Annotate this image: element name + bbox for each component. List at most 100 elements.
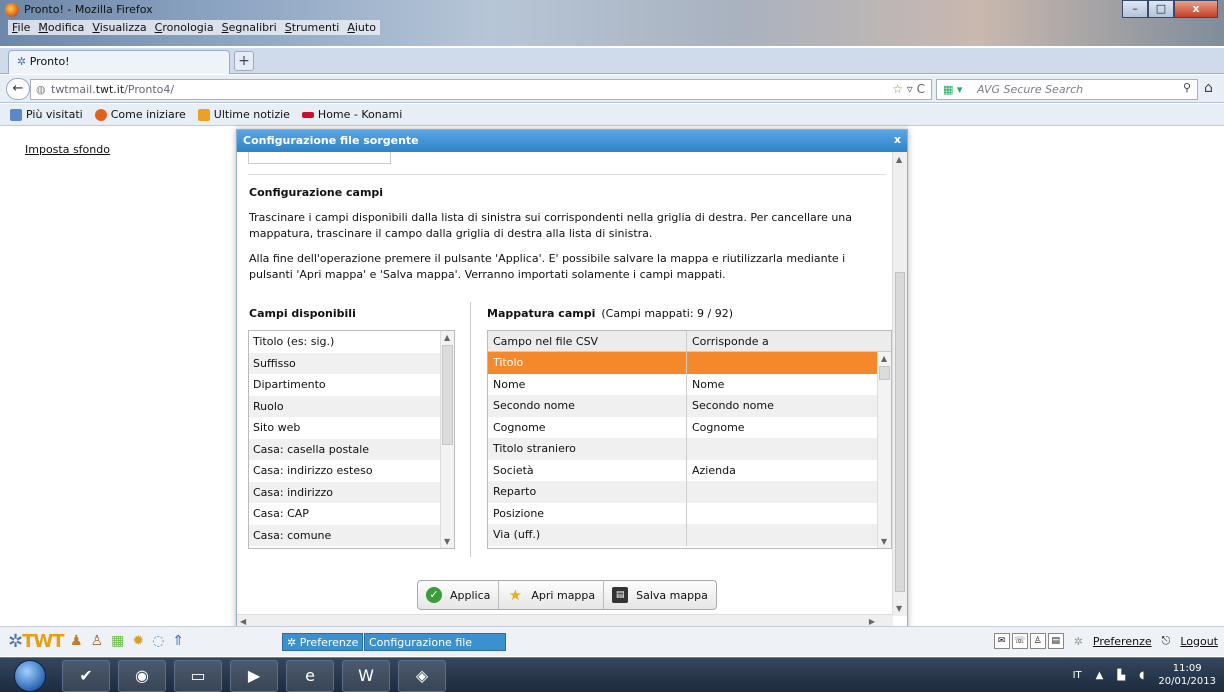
top-input[interactable]: [248, 152, 391, 164]
table-row[interactable]: Secondo nome Secondo nome: [488, 395, 891, 417]
cell-csv: Via (uff.): [488, 524, 687, 546]
minimize-button[interactable]: –: [1122, 0, 1148, 18]
dialog-vertical-scrollbar[interactable]: ▲ ▼: [892, 152, 907, 616]
bookmark-ultime-notizie[interactable]: Ultime notizie: [197, 108, 290, 121]
scroll-thumb[interactable]: [879, 366, 890, 380]
scroll-up-icon[interactable]: ▲: [896, 155, 902, 164]
list-item[interactable]: Dipartimento: [249, 374, 454, 396]
save-map-label: Salva mappa: [636, 588, 708, 602]
list-item[interactable]: Suffisso: [249, 352, 454, 374]
table-row[interactable]: Cognome Cognome: [488, 416, 891, 438]
grid-scrollbar[interactable]: ▲ ▼: [877, 352, 891, 548]
up-arrows-icon[interactable]: ⇑: [172, 633, 184, 649]
taskbar-app-explorer[interactable]: ▭: [174, 660, 222, 692]
list-item[interactable]: Casa: CAP: [249, 503, 454, 525]
menu-aiuto[interactable]: Aiuto: [347, 21, 376, 34]
preferenze-link[interactable]: Preferenze: [1093, 635, 1152, 648]
settings-icon[interactable]: ✹: [132, 633, 144, 649]
dialog-close-button[interactable]: x: [894, 133, 901, 146]
calendar-icon[interactable]: ▦: [111, 633, 124, 649]
mapping-grid[interactable]: Campo nel file CSV Corrisponde a Titolo …: [487, 330, 892, 549]
open-map-button[interactable]: ★ Apri mappa: [499, 581, 605, 609]
table-row[interactable]: Via (uff.): [488, 524, 891, 546]
list-item[interactable]: Casa: comune: [249, 524, 454, 546]
menu-segnalibri[interactable]: Segnalibri: [222, 21, 277, 34]
apply-button[interactable]: ✓ Applica: [418, 581, 500, 609]
maximize-button[interactable]: □: [1148, 0, 1174, 18]
search-icon[interactable]: ⚲: [1183, 81, 1191, 94]
bookmark-piu-visitati[interactable]: Più visitati: [10, 108, 83, 121]
twt-tab-configurazione[interactable]: Configurazione file sorg...: [364, 633, 506, 667]
twt-tab-preferenze[interactable]: ✲ Preferenze: [282, 633, 364, 651]
phone-icon[interactable]: ☏: [1011, 633, 1028, 649]
bookmark-come-iniziare[interactable]: Come iniziare: [94, 108, 186, 121]
start-button[interactable]: [14, 660, 46, 692]
tray-arrow-icon[interactable]: ▲: [1096, 670, 1104, 681]
contacts-icon[interactable]: ♙: [91, 633, 104, 649]
bookmark-home-konami[interactable]: Home - Konami: [301, 108, 402, 121]
list-item[interactable]: Sito web: [249, 417, 454, 439]
scroll-thumb[interactable]: [442, 345, 453, 445]
bookmark-star-icon[interactable]: ☆ ▿ C: [892, 82, 925, 96]
user-icon[interactable]: ♟: [70, 633, 83, 649]
back-button[interactable]: ←: [6, 78, 30, 100]
table-row[interactable]: Posizione: [488, 502, 891, 524]
person-icon[interactable]: ♙: [1029, 633, 1046, 649]
list-item[interactable]: Titolo (es: sig.): [249, 331, 454, 353]
system-tray: IT ▲ ▙ ◖ 11:09 20/01/2013: [1073, 662, 1216, 688]
mail-icon[interactable]: ✉: [993, 633, 1010, 649]
bookmark-label: Più visitati: [26, 108, 83, 121]
table-row[interactable]: Titolo: [488, 352, 891, 374]
taskbar-app-word[interactable]: W: [342, 660, 390, 692]
volume-icon[interactable]: ◖: [1139, 670, 1144, 681]
taskbar-app-media[interactable]: ▶: [230, 660, 278, 692]
taskbar-app-checkmark[interactable]: ✔: [62, 660, 110, 692]
scroll-down-icon[interactable]: ▼: [444, 537, 450, 546]
menu-visualizza[interactable]: Visualizza: [92, 21, 146, 34]
sms-icon[interactable]: ▤: [1047, 633, 1064, 649]
available-fields-list[interactable]: Titolo (es: sig.) Suffisso Dipartimento …: [248, 330, 455, 549]
scroll-down-icon[interactable]: ▼: [881, 537, 887, 546]
menu-strumenti[interactable]: Strumenti: [285, 21, 340, 34]
close-window-button[interactable]: x: [1174, 0, 1218, 18]
reload-icon[interactable]: ▿ C: [907, 82, 925, 96]
scroll-thumb[interactable]: [895, 272, 905, 592]
scroll-left-icon[interactable]: ◀: [240, 617, 246, 626]
menu-file[interactable]: File: [12, 21, 30, 34]
new-tab-button[interactable]: +: [234, 51, 254, 71]
table-row[interactable]: Nome Nome: [488, 373, 891, 395]
apply-label: Applica: [450, 588, 491, 602]
taskbar-app-other[interactable]: ◈: [398, 660, 446, 692]
clock[interactable]: 11:09 20/01/2013: [1158, 662, 1216, 688]
scroll-up-icon[interactable]: ▲: [444, 333, 450, 342]
logout-link[interactable]: Logout: [1180, 635, 1218, 648]
list-scrollbar[interactable]: ▲ ▼: [440, 331, 454, 548]
scroll-up-icon[interactable]: ▲: [881, 354, 887, 363]
scroll-right-icon[interactable]: ▶: [869, 617, 875, 626]
taskbar-app-ie[interactable]: e: [286, 660, 334, 692]
table-row[interactable]: Società Azienda: [488, 459, 891, 481]
language-indicator[interactable]: IT: [1073, 670, 1082, 681]
network-icon[interactable]: ▙: [1117, 670, 1125, 681]
home-icon[interactable]: ⌂: [1204, 80, 1213, 96]
url-bar[interactable]: ◍ twtmail.twt.it/Pronto4/ ☆ ▿ C: [30, 79, 932, 100]
list-item[interactable]: Casa: casella postale: [249, 438, 454, 460]
search-input[interactable]: ▦ ▾ AVG Secure Search ⚲: [936, 79, 1198, 100]
taskbar-app-firefox[interactable]: ◉: [118, 660, 166, 692]
star-icon: ★: [508, 586, 523, 604]
imposta-sfondo-link[interactable]: Imposta sfondo: [25, 143, 110, 156]
list-item[interactable]: Casa: indirizzo esteso: [249, 460, 454, 482]
scroll-down-icon[interactable]: ▼: [896, 604, 902, 613]
cell-csv: Società: [488, 459, 687, 481]
table-row[interactable]: Titolo straniero: [488, 438, 891, 460]
list-item[interactable]: Casa: indirizzo: [249, 481, 454, 503]
save-map-button[interactable]: ▤ Salva mappa: [604, 581, 716, 609]
chat-icon[interactable]: ◌: [152, 633, 164, 649]
list-item[interactable]: Ruolo: [249, 395, 454, 417]
menu-cronologia[interactable]: Cronologia: [155, 21, 214, 34]
menu-bar: File Modifica Visualizza Cronologia Segn…: [8, 20, 380, 35]
tab-pronto[interactable]: ✲ Pronto!: [8, 50, 230, 74]
menu-modifica[interactable]: Modifica: [38, 21, 84, 34]
table-row[interactable]: Reparto: [488, 481, 891, 503]
avg-icon[interactable]: ▦ ▾: [943, 83, 962, 96]
